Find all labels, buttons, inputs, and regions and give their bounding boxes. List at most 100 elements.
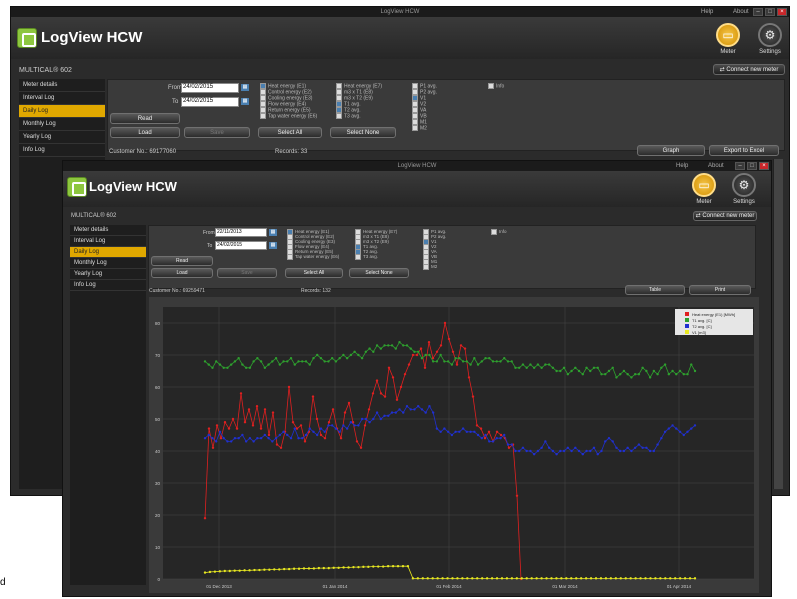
connect-meter-button[interactable]: ⇄ Connect new meter (693, 211, 757, 221)
data-point (233, 437, 237, 440)
print-button[interactable]: Print (689, 285, 751, 295)
load-button[interactable]: Load (151, 268, 213, 278)
data-point (476, 363, 480, 366)
window-titlebar: LogView HCW Help About – □ × (63, 161, 771, 171)
maximize-button[interactable]: □ (765, 8, 775, 16)
x-tick-label: 01 Mar 2014 (552, 584, 578, 589)
data-point (428, 405, 431, 408)
checkbox-t3-avg-[interactable]: T3 avg. (336, 113, 361, 119)
data-point (207, 363, 210, 366)
export-excel-button[interactable]: Export to Excel (709, 145, 779, 156)
settings-button[interactable]: ⚙ Settings (727, 173, 761, 205)
data-point (574, 446, 577, 449)
from-date-input[interactable]: 24/02/2015 (181, 83, 239, 93)
calendar-icon[interactable]: ▦ (269, 242, 277, 249)
data-point (693, 577, 697, 580)
data-point (495, 430, 499, 433)
data-point (529, 449, 532, 453)
sidebar-item-meter-details[interactable]: Meter details (19, 79, 105, 92)
data-point (521, 363, 525, 366)
checkbox-t3-avg-[interactable]: T3 avg. (355, 254, 378, 260)
data-point (226, 366, 229, 369)
sidebar-item-daily-log[interactable]: Daily Log (70, 247, 146, 258)
data-point (490, 577, 494, 580)
calendar-icon[interactable]: ▦ (241, 84, 249, 91)
data-point (454, 430, 457, 433)
maximize-button[interactable]: □ (747, 162, 757, 170)
read-button[interactable]: Read (151, 256, 213, 266)
close-button[interactable]: × (759, 162, 769, 170)
save-button[interactable]: Save (217, 268, 277, 278)
graph-button[interactable]: Graph (637, 145, 705, 156)
data-point (532, 366, 536, 369)
data-point (362, 565, 365, 569)
vertical-scrollbar[interactable] (773, 159, 783, 489)
select-all-button[interactable]: Select All (285, 268, 343, 278)
help-link[interactable]: Help (701, 7, 713, 17)
select-none-button[interactable]: Select None (349, 268, 409, 278)
data-point (241, 433, 244, 437)
sidebar-item-interval-log[interactable]: Interval Log (19, 92, 105, 105)
to-date-input[interactable]: 24/02/2015 (181, 97, 239, 107)
data-point (458, 357, 461, 360)
calendar-icon[interactable]: ▦ (269, 229, 277, 236)
data-point (428, 353, 431, 357)
close-button[interactable]: × (777, 8, 787, 16)
meter-button[interactable]: ▭ Meter (687, 173, 721, 205)
data-point (247, 408, 251, 411)
data-point (459, 344, 463, 347)
minimize-button[interactable]: – (735, 162, 745, 170)
minimize-button[interactable]: – (753, 8, 763, 16)
calendar-icon[interactable]: ▦ (241, 98, 249, 105)
data-point (278, 568, 281, 571)
checkbox-tap-water-energy-e6-[interactable]: Tap water energy (E6) (260, 113, 317, 119)
connect-meter-button[interactable]: ⇄ Connect new meter (713, 64, 785, 75)
data-point (338, 430, 341, 433)
data-point (555, 369, 558, 373)
data-point (520, 577, 523, 580)
load-button[interactable]: Load (110, 127, 180, 138)
app-logo-icon (17, 28, 37, 48)
data-point (675, 427, 678, 430)
read-button[interactable]: Read (110, 113, 180, 124)
data-point (451, 350, 455, 353)
app-title: LogView HCW (41, 29, 143, 46)
data-point (581, 373, 584, 376)
data-point (611, 440, 614, 443)
data-point (667, 373, 671, 376)
table-button[interactable]: Table (625, 285, 685, 295)
sidebar-item-daily-log[interactable]: Daily Log (19, 105, 105, 118)
checkbox-tap-water-energy-e6-[interactable]: Tap water energy (E6) (287, 254, 339, 260)
sidebar-item-meter-details[interactable]: Meter details (70, 225, 146, 236)
meter-button[interactable]: ▭ Meter (711, 23, 745, 55)
sidebar-item-interval-log[interactable]: Interval Log (70, 236, 146, 247)
settings-button[interactable]: ⚙ Settings (753, 23, 787, 55)
to-date-input[interactable]: 24/02/2015 (215, 241, 267, 250)
help-link[interactable]: Help (676, 161, 688, 171)
data-point (600, 449, 603, 453)
data-point (211, 437, 214, 440)
sidebar-item-info-log[interactable]: Info Log (70, 280, 146, 291)
data-point (223, 569, 226, 573)
legend-swatch (685, 330, 689, 334)
sidebar-item-monthly-log[interactable]: Monthly Log (70, 258, 146, 269)
checkbox-m2[interactable]: M2 (412, 125, 427, 131)
sidebar-item-monthly-log[interactable]: Monthly Log (19, 118, 105, 131)
checkbox-info[interactable]: Info (488, 83, 504, 89)
sidebar-item-yearly-log[interactable]: Yearly Log (19, 131, 105, 144)
save-button[interactable]: Save (184, 127, 250, 138)
from-date-input[interactable]: 22/11/2013 (215, 228, 267, 237)
checkbox-info[interactable]: Info (491, 229, 507, 235)
data-point (633, 373, 637, 376)
checkbox-m2[interactable]: M2 (423, 264, 437, 270)
data-point (600, 373, 603, 376)
select-none-button[interactable]: Select None (330, 127, 396, 138)
data-point (589, 449, 592, 453)
data-point (562, 366, 566, 369)
data-point (248, 437, 252, 440)
about-link[interactable]: About (708, 161, 724, 171)
about-link[interactable]: About (733, 7, 749, 17)
sidebar-item-yearly-log[interactable]: Yearly Log (70, 269, 146, 280)
select-all-button[interactable]: Select All (258, 127, 322, 138)
sidebar-item-info-log[interactable]: Info Log (19, 144, 105, 157)
